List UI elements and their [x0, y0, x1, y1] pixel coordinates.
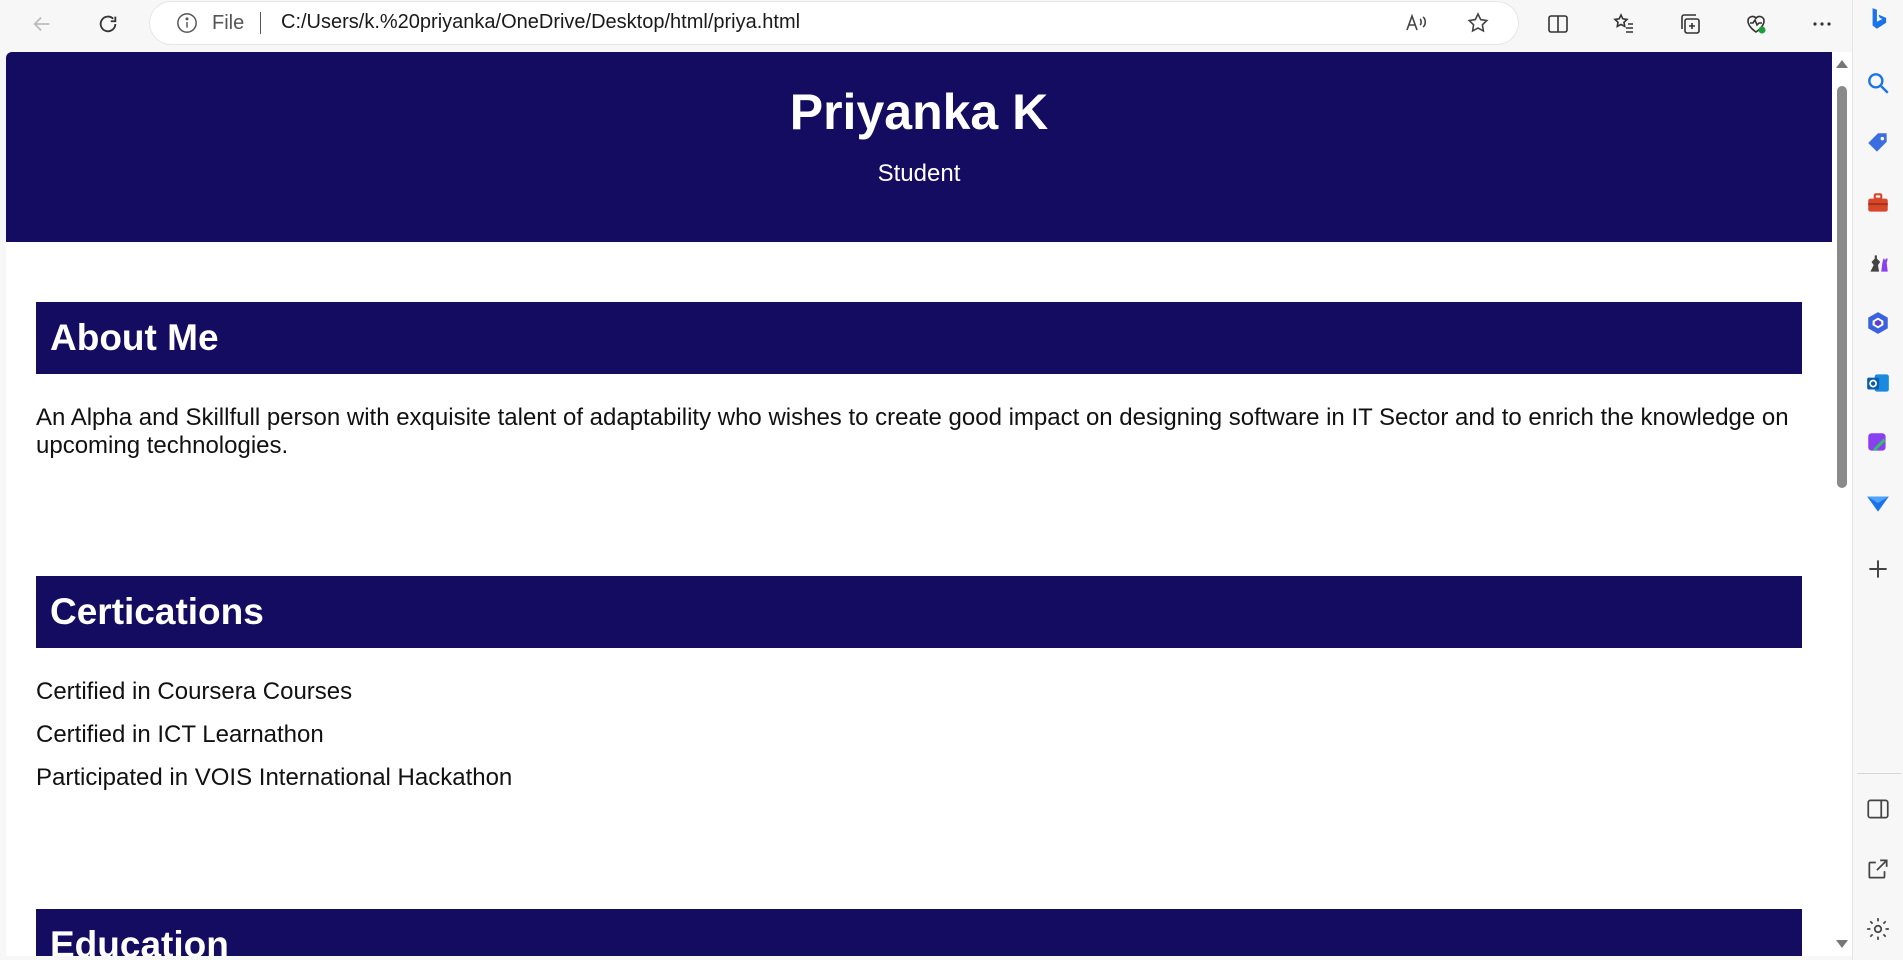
- url-text[interactable]: C:/Users/k.%20priyanka/OneDrive/Desktop/…: [281, 11, 800, 34]
- designer-pen-icon: [1868, 433, 1886, 451]
- refresh-button[interactable]: [88, 4, 128, 44]
- arrow-left-icon: [33, 16, 50, 32]
- file-scheme-label: File: [212, 12, 245, 34]
- sidebar-search-button[interactable]: [1863, 68, 1893, 98]
- profile-name: Priyanka K: [789, 84, 1049, 140]
- page-scrollbar[interactable]: [1832, 52, 1852, 956]
- edge-sidebar: [1852, 0, 1903, 960]
- read-aloud-icon[interactable]: [1404, 11, 1428, 35]
- hide-sidebar-button[interactable]: [1863, 794, 1893, 824]
- about-section: About Me An Alpha and Skillfull person w…: [6, 302, 1832, 460]
- gear-icon: [1867, 918, 1889, 940]
- certifications-list: Certified in Coursera Courses Certified …: [36, 678, 1802, 807]
- sidebar-settings-button[interactable]: [1863, 914, 1893, 944]
- profile-role: Student: [877, 160, 961, 187]
- page-viewport: Priyanka K Student About Me An Alpha and…: [6, 52, 1832, 956]
- certifications-section: Certications Certified in Coursera Cours…: [6, 576, 1832, 807]
- education-section: Education: [6, 909, 1832, 956]
- copilot-b-icon: [1872, 8, 1887, 29]
- about-heading: About Me: [36, 302, 1802, 374]
- microsoft365-icon: [1868, 312, 1888, 334]
- favorites-list-icon: [1613, 13, 1633, 33]
- sidebar-designer-button[interactable]: [1863, 428, 1893, 458]
- list-item: Certified in ICT Learnathon: [36, 721, 324, 748]
- paper-plane-icon: [1867, 496, 1889, 512]
- back-button[interactable]: [22, 4, 62, 44]
- split-screen-button[interactable]: [1538, 4, 1578, 44]
- refresh-icon: [99, 15, 117, 33]
- sidebar-add-button[interactable]: [1863, 554, 1893, 584]
- sidebar-shopping-button[interactable]: [1863, 128, 1893, 158]
- shopping-tag-icon: [1868, 133, 1887, 152]
- scroll-up-arrow-icon[interactable]: [1836, 60, 1848, 68]
- search-icon: [1868, 73, 1889, 94]
- info-icon[interactable]: [176, 12, 198, 34]
- heart-pulse-icon: [1747, 15, 1766, 34]
- add-favorite-star-icon[interactable]: [1466, 11, 1490, 35]
- more-dots-icon: [1813, 22, 1831, 26]
- plus-icon: [1869, 560, 1887, 578]
- sidebar-divider: [1857, 773, 1901, 774]
- chess-pieces-icon: [1870, 255, 1888, 272]
- sidebar-send-button[interactable]: [1863, 488, 1893, 518]
- address-separator: [260, 12, 261, 34]
- sidebar-microsoft365-button[interactable]: [1863, 308, 1893, 338]
- collections-button[interactable]: [1670, 4, 1710, 44]
- list-item: Participated in VOIS International Hacka…: [36, 764, 513, 791]
- scroll-down-arrow-icon[interactable]: [1836, 940, 1848, 948]
- page-header: Priyanka K Student: [6, 52, 1832, 242]
- split-screen-icon: [1548, 15, 1568, 33]
- scroll-thumb[interactable]: [1837, 86, 1847, 488]
- outlook-icon: [1867, 374, 1889, 392]
- toolbox-icon: [1868, 193, 1888, 212]
- sidebar-tools-button[interactable]: [1863, 188, 1893, 218]
- sidebar-games-button[interactable]: [1863, 248, 1893, 278]
- settings-and-more-button[interactable]: [1802, 4, 1842, 44]
- sidebar-panel-icon: [1867, 799, 1889, 819]
- certifications-heading: Certications: [36, 576, 1802, 648]
- browser-toolbar: File C:/Users/k.%20priyanka/OneDrive/Des…: [0, 0, 1903, 52]
- favorites-button[interactable]: [1604, 4, 1644, 44]
- about-text: An Alpha and Skillfull person with exqui…: [36, 404, 1789, 459]
- list-item: Certified in Coursera Courses: [36, 678, 353, 705]
- collections-icon: [1681, 14, 1700, 34]
- external-link-icon: [1868, 859, 1888, 879]
- browser-essentials-button[interactable]: [1736, 4, 1776, 44]
- education-heading: Education: [36, 909, 1802, 956]
- copilot-button[interactable]: [1863, 4, 1893, 34]
- open-external-button[interactable]: [1863, 854, 1893, 884]
- sidebar-outlook-button[interactable]: [1863, 368, 1893, 398]
- address-bar[interactable]: File C:/Users/k.%20priyanka/OneDrive/Des…: [150, 2, 1518, 44]
